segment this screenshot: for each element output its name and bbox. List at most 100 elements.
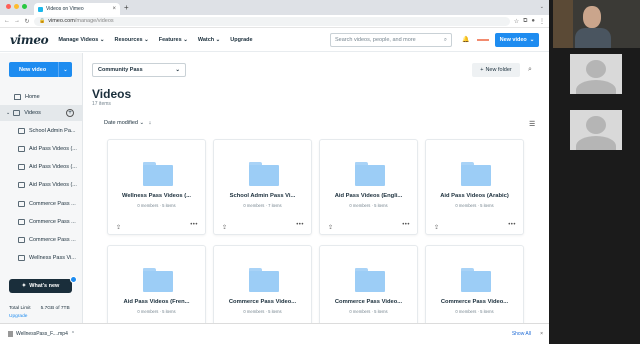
tab-search-icon[interactable]: ⌄ <box>540 4 544 10</box>
folder-meta: 0 members · 5 items <box>349 309 388 314</box>
more-options-icon[interactable]: ••• <box>190 222 198 228</box>
sidebar-item-videos[interactable]: ⌄ Videos + <box>0 105 82 121</box>
storage-label: Total Limit <box>9 306 31 311</box>
new-tab-icon[interactable]: + <box>124 3 129 12</box>
search-icon[interactable]: ⌕ <box>444 37 447 44</box>
folder-meta: 0 members · 5 items <box>349 203 388 208</box>
upgrade-link[interactable]: Upgrade <box>9 314 70 319</box>
sidebar-folder-item[interactable]: Aid Pass Videos (... <box>0 177 82 193</box>
more-options-icon[interactable]: ••• <box>402 222 410 228</box>
item-count: 17 items <box>92 101 111 107</box>
sidebar-item-home[interactable]: Home <box>0 89 82 105</box>
tab-title: Videos on Vimeo <box>46 6 84 12</box>
sort-direction-icon[interactable]: ↓ <box>149 120 152 126</box>
downloads-bar: WellnessPass_F....mp4 ⌃ Show All × <box>0 323 549 344</box>
browser-tab[interactable]: Videos on Vimeo × <box>34 3 120 15</box>
chevron-down-icon[interactable]: ⌄ <box>6 110 10 116</box>
close-window-icon[interactable] <box>6 4 11 9</box>
chevron-down-icon[interactable]: ⌄ <box>58 62 72 77</box>
vimeo-logo[interactable]: vimeo <box>10 33 49 47</box>
chevron-down-icon: ⌄ <box>529 37 535 43</box>
url-field[interactable]: 🔒 vimeo.com/manage/videos <box>34 16 510 26</box>
folder-card[interactable]: Aid Pass Videos (Engli... 0 members · 5 … <box>319 139 418 235</box>
menu-features[interactable]: Features ⌄ <box>159 37 188 43</box>
new-folder-button[interactable]: + New folder <box>472 63 520 77</box>
sidebar-folder-item[interactable]: Commerce Pass ... <box>0 232 82 248</box>
sidebar-folder-item[interactable]: Aid Pass Videos (... <box>0 141 82 157</box>
page-title: Videos <box>92 87 132 101</box>
sidebar-folder-item[interactable]: Commerce Pass ... <box>0 214 82 230</box>
chevron-down-icon: ⌄ <box>139 120 145 126</box>
menu-resources[interactable]: Resources ⌄ <box>114 37 148 43</box>
menu-manage-videos[interactable]: Manage Videos ⌄ <box>58 37 104 43</box>
folder-icon <box>461 268 491 292</box>
download-item[interactable]: WellnessPass_F....mp4 ⌃ <box>8 331 75 337</box>
sidebar-folder-item[interactable]: Aid Pass Videos (... <box>0 159 82 175</box>
forward-icon[interactable]: → <box>14 18 20 24</box>
plus-icon: + <box>480 67 484 73</box>
folder-title[interactable]: Aid Pass Videos (Arabic) <box>426 193 523 199</box>
browser-menu-icon[interactable]: ⋮ <box>539 18 545 25</box>
sidebar-folder-item[interactable]: School Admin Pa... <box>0 123 82 139</box>
folder-icon <box>18 164 25 170</box>
sidebar-folder-item[interactable]: Commerce Pass ... <box>0 196 82 212</box>
lock-icon: 🔒 <box>39 18 46 24</box>
menu-watch[interactable]: Watch ⌄ <box>198 37 220 43</box>
folder-icon <box>18 237 25 243</box>
folder-card[interactable]: School Admin Pass Vi... 0 members · 7 it… <box>213 139 312 235</box>
search-icon[interactable]: ⌕ <box>528 66 532 74</box>
notifications-icon[interactable]: 🔔 <box>462 36 469 43</box>
sidebar: New video ⌄ Home ⌄ Videos + School Admin… <box>0 53 83 323</box>
bookmark-star-icon[interactable]: ☆ <box>514 18 519 25</box>
share-icon[interactable]: ⇪ <box>116 224 121 231</box>
team-selector[interactable]: Community Pass ⌄ <box>92 63 186 77</box>
sidebar-folder-item[interactable]: Wellness Pass Vi... <box>0 250 82 266</box>
add-folder-icon[interactable]: + <box>66 109 74 117</box>
folder-title[interactable]: Commerce Pass Video... <box>214 299 311 305</box>
folder-title[interactable]: Aid Pass Videos (Fren... <box>108 299 205 305</box>
more-options-icon[interactable]: ••• <box>508 222 516 228</box>
more-options-icon[interactable]: ••• <box>296 222 304 228</box>
share-icon[interactable]: ⇪ <box>434 224 439 231</box>
extensions-icon[interactable]: ⧉ <box>523 18 527 25</box>
show-all-button[interactable]: Show All <box>512 331 531 337</box>
menu-upgrade[interactable]: Upgrade <box>230 37 252 43</box>
site-header: vimeo Manage Videos ⌄ Resources ⌄ Featur… <box>0 28 549 52</box>
close-tab-icon[interactable]: × <box>112 6 116 12</box>
folder-title[interactable]: Wellness Pass Videos (... <box>108 193 205 199</box>
folder-title[interactable]: School Admin Pass Vi... <box>214 193 311 199</box>
chevron-up-icon[interactable]: ⌃ <box>71 331 75 337</box>
folder-card[interactable]: Aid Pass Videos (Arabic) 0 members · 5 i… <box>425 139 524 235</box>
folder-meta: 0 members · 5 items <box>243 309 282 314</box>
header-new-video-button[interactable]: New video ⌄ <box>495 33 539 47</box>
folder-icon <box>18 201 25 207</box>
folder-title[interactable]: Aid Pass Videos (Engli... <box>320 193 417 199</box>
whats-new-button[interactable]: ✦ What's new <box>9 279 72 293</box>
share-icon[interactable]: ⇪ <box>328 224 333 231</box>
sidebar-new-video-button[interactable]: New video ⌄ <box>9 62 72 77</box>
participant-avatar <box>570 54 622 94</box>
reload-icon[interactable]: ↻ <box>24 18 30 25</box>
folder-title[interactable]: Commerce Pass Video... <box>426 299 523 305</box>
maximize-window-icon[interactable] <box>22 4 27 9</box>
list-view-icon[interactable]: ☰ <box>529 120 535 128</box>
main-content: Community Pass ⌄ + New folder ⌕ Videos 17 … <box>84 53 549 341</box>
folder-icon <box>461 162 491 186</box>
back-icon[interactable]: ← <box>4 18 10 24</box>
search-input[interactable]: Search videos, people, and more ⌕ <box>330 33 452 47</box>
folder-card[interactable]: Wellness Pass Videos (... 0 members · 5 … <box>107 139 206 235</box>
participant-video <box>553 0 640 48</box>
participant-avatar <box>570 110 622 150</box>
avatar-bar[interactable] <box>477 38 490 41</box>
share-icon[interactable]: ⇪ <box>222 224 227 231</box>
folder-meta: 0 members · 5 items <box>137 309 176 314</box>
notification-dot <box>70 276 77 283</box>
vimeo-favicon-icon <box>38 6 43 12</box>
minimize-window-icon[interactable] <box>14 4 19 9</box>
browser-window: Videos on Vimeo × + ⌄ ← → ↻ 🔒 vimeo.com/… <box>0 0 549 344</box>
folder-title[interactable]: Commerce Pass Video... <box>320 299 417 305</box>
profile-icon[interactable]: ● <box>531 18 535 24</box>
sort-selector[interactable]: Date modified ⌄ ↓ <box>104 120 151 126</box>
close-icon[interactable]: × <box>540 331 543 337</box>
folder-icon <box>249 268 279 292</box>
